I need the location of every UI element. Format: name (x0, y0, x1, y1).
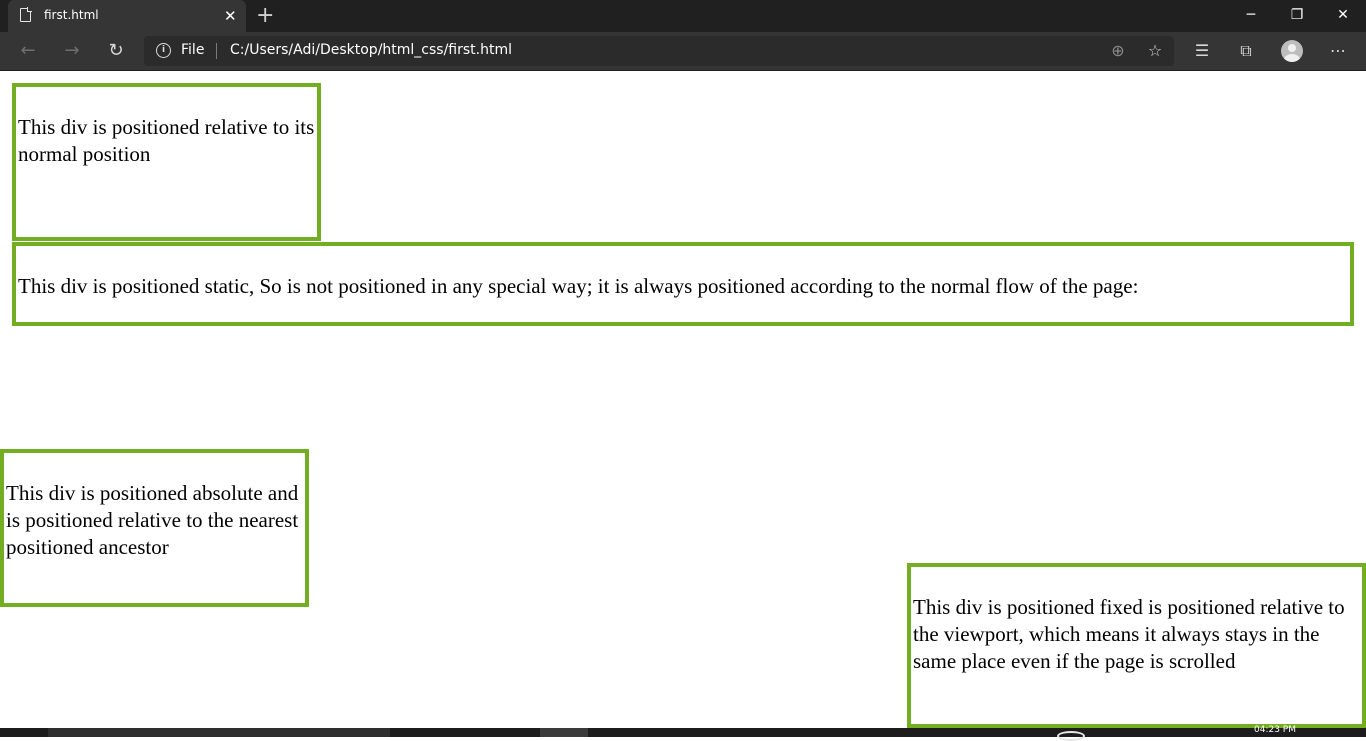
fixed-div: This div is positioned fixed is position… (907, 563, 1366, 728)
taskbar-active-app[interactable] (540, 728, 588, 737)
static-div: This div is positioned static, So is not… (12, 242, 1354, 326)
taskbar-clock: 04:23 PM (1254, 725, 1296, 735)
forward-icon[interactable]: → (57, 37, 87, 65)
absolute-div-text: This div is positioned absolute and is p… (6, 481, 299, 559)
minimize-icon[interactable]: ─ (1228, 0, 1274, 32)
new-tab-plus-icon[interactable]: + (256, 3, 274, 29)
favorites-icon[interactable]: ☰ (1188, 37, 1216, 65)
relative-div-text: This div is positioned relative to its n… (18, 115, 315, 166)
address-divider (216, 43, 217, 59)
back-icon[interactable]: ← (13, 37, 43, 65)
scheme-label: File (181, 42, 205, 58)
taskbar-app-icon[interactable] (1057, 731, 1085, 741)
tab-title: first.html (44, 8, 99, 22)
close-window-icon[interactable]: ✕ (1320, 0, 1366, 32)
zoom-icon[interactable]: ⊕ (1104, 37, 1132, 65)
address-bar[interactable]: i File C:/Users/Adi/Desktop/html_css/fir… (144, 36, 1174, 66)
close-tab-icon[interactable]: ✕ (224, 6, 237, 26)
relative-div: This div is positioned relative to its n… (12, 83, 321, 241)
profile-icon[interactable] (1281, 40, 1303, 62)
add-favorite-icon[interactable]: ☆ (1141, 37, 1169, 65)
taskbar: 04:23 PM (0, 725, 1366, 741)
static-div-text: This div is positioned static, So is not… (18, 274, 1139, 298)
fixed-div-text: This div is positioned fixed is position… (913, 595, 1345, 673)
browser-toolbar: ← → ↻ i File C:/Users/Adi/Desktop/html_c… (0, 32, 1366, 71)
info-icon[interactable]: i (156, 43, 171, 58)
file-icon (20, 7, 32, 22)
restore-icon[interactable]: ❐ (1274, 0, 1320, 32)
more-icon[interactable]: ⋯ (1324, 37, 1352, 65)
url-text[interactable]: C:/Users/Adi/Desktop/html_css/first.html (230, 42, 512, 58)
refresh-icon[interactable]: ↻ (101, 37, 131, 65)
title-bar: first.html ✕ + ─ ❐ ✕ (0, 0, 1366, 32)
browser-tab[interactable]: first.html ✕ (8, 0, 246, 32)
collections-icon[interactable]: ⧉ (1232, 37, 1260, 65)
taskbar-search[interactable] (48, 728, 390, 737)
absolute-div: This div is positioned absolute and is p… (0, 449, 309, 607)
